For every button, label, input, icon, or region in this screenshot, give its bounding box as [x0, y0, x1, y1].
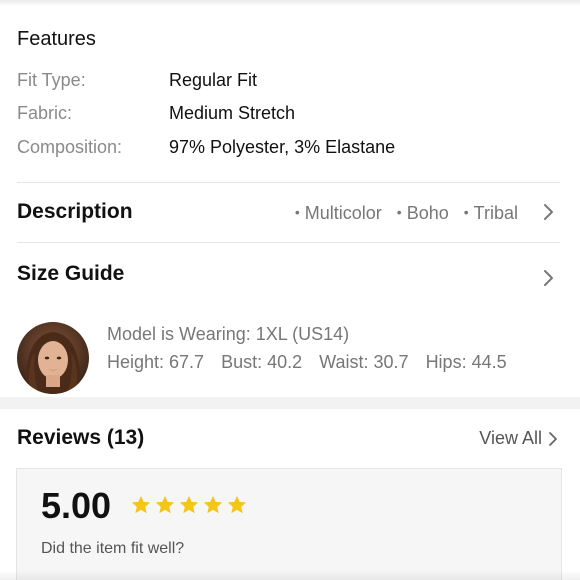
view-all-link[interactable]: View All — [479, 428, 542, 449]
product-details-page: Features Fit Type: Regular Fit Fabric: M… — [0, 0, 580, 580]
measurement-bust: Bust: 40.2 — [221, 352, 303, 372]
star-icon — [227, 495, 247, 514]
fit-question: Did the item fit well? — [41, 540, 185, 557]
reviews-title: Reviews (13) — [17, 426, 145, 449]
chevron-right-icon[interactable] — [538, 268, 558, 288]
model-photo — [17, 322, 89, 394]
bottom-edge-shadow — [0, 570, 580, 580]
features-title: Features — [17, 28, 96, 50]
measurement-waist: Waist: 30.7 — [319, 352, 409, 372]
feature-value: 97% Polyester, 3% Elastane — [169, 137, 396, 157]
star-icon — [155, 495, 175, 514]
feature-value: Medium Stretch — [169, 103, 296, 123]
star-icon — [203, 495, 223, 514]
chevron-right-icon[interactable] — [538, 202, 558, 222]
star-icon — [131, 495, 151, 514]
feature-label: Composition: — [17, 137, 123, 157]
star-icon — [179, 495, 199, 514]
divider — [17, 242, 560, 243]
description-tag: • Multicolor — [294, 203, 382, 223]
description-tag: • Tribal — [463, 203, 518, 223]
review-summary-card: 5.00 Did the item fit well? — [16, 468, 562, 580]
model-wearing-text: Model is Wearing: 1XL (US14) — [107, 324, 350, 344]
average-rating: 5.00 — [41, 485, 112, 526]
measurement-hips: Hips: 44.5 — [425, 352, 507, 372]
description-tag: • Boho — [396, 203, 449, 223]
feature-label: Fit Type: — [17, 70, 86, 90]
size-guide-title: Size Guide — [17, 262, 125, 285]
divider — [17, 182, 560, 183]
section-separator — [0, 397, 580, 409]
feature-row-fit-type: Fit Type: Regular Fit — [17, 70, 557, 94]
feature-value: Regular Fit — [169, 70, 258, 90]
model-avatar — [17, 322, 89, 394]
feature-row-composition: Composition: 97% Polyester, 3% Elastane — [17, 137, 557, 161]
measurement-height: Height: 67.7 — [107, 352, 205, 372]
description-tags: • Multicolor • Boho • Tribal — [285, 203, 518, 224]
star-rating — [130, 494, 250, 516]
feature-label: Fabric: — [17, 103, 73, 123]
top-edge-fade — [0, 0, 580, 6]
feature-row-fabric: Fabric: Medium Stretch — [17, 103, 557, 127]
model-measurements: Height: 67.7 Bust: 40.2 Waist: 30.7 Hips… — [107, 352, 519, 373]
description-title: Description — [17, 200, 133, 223]
chevron-right-icon[interactable] — [545, 430, 561, 448]
